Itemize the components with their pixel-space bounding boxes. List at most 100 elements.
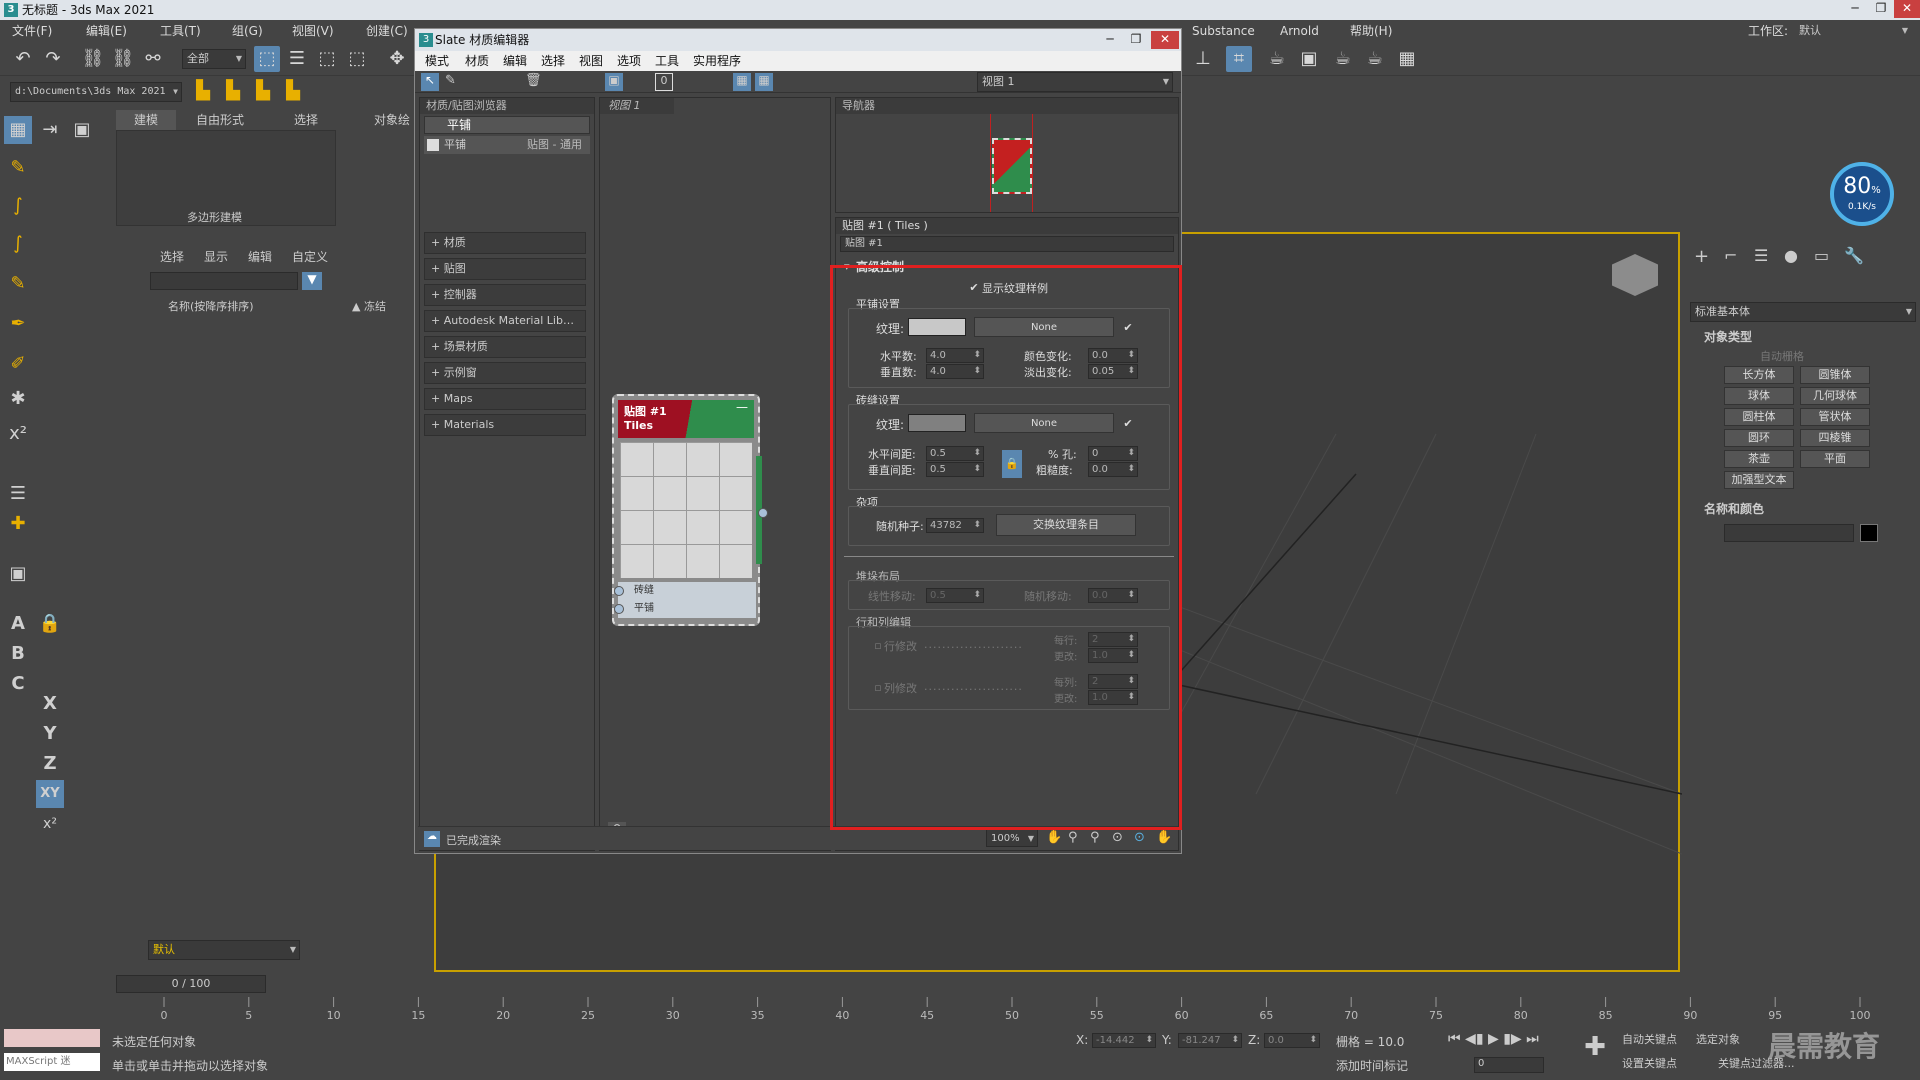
- add-icon[interactable]: ✚: [4, 510, 32, 538]
- brush-icon[interactable]: ✎: [4, 270, 32, 298]
- slate-menu-options[interactable]: 选项: [617, 51, 641, 71]
- menu-file[interactable]: 文件(F): [12, 20, 52, 42]
- x2-icon[interactable]: x²: [4, 420, 32, 448]
- slate-minimize-button[interactable]: ─: [1097, 31, 1123, 49]
- object-type-button[interactable]: 圆环: [1724, 429, 1794, 447]
- timeline-track[interactable]: 0 5 10 15 20 25 30 35 40 45 50 55 60 65 70 75 80 85 90 95 10…: [112, 995, 1920, 1025]
- slate-maximize-button[interactable]: ❐: [1123, 31, 1149, 49]
- slate-menu-tools[interactable]: 工具: [655, 51, 679, 71]
- browser-rollout[interactable]: + 贴图: [424, 258, 586, 280]
- project-create-icon[interactable]: ▙: [250, 78, 276, 104]
- select-object-icon[interactable]: ⬚: [254, 46, 280, 72]
- tiles-map-node[interactable]: 贴图 #1 Tiles — 砖缝 平铺: [612, 394, 768, 626]
- text-a-icon[interactable]: A: [4, 610, 32, 638]
- show-map-icon[interactable]: ▣: [605, 73, 623, 91]
- set-key-button[interactable]: 设置关键点: [1622, 1055, 1677, 1071]
- scene-menu-display[interactable]: 显示: [204, 248, 228, 265]
- map-name-field[interactable]: 贴图 #1: [840, 236, 1174, 252]
- object-type-button[interactable]: 平面: [1800, 450, 1870, 468]
- slot-grout-socket[interactable]: [614, 586, 624, 596]
- node-output-socket[interactable]: [758, 508, 768, 518]
- ribbon-tab-selection[interactable]: 选择: [294, 110, 318, 130]
- node-collapse-button[interactable]: —: [736, 400, 748, 414]
- zoom-dropdown[interactable]: 100%: [986, 829, 1038, 848]
- modify-tab-icon[interactable]: ⌐: [1724, 246, 1737, 265]
- hierarchy-tab-icon[interactable]: ☰: [1754, 246, 1768, 265]
- row-change-spinner[interactable]: 1.0: [1088, 648, 1138, 663]
- scene-menu-select[interactable]: 选择: [160, 248, 184, 265]
- holes-spinner[interactable]: 0: [1088, 446, 1138, 461]
- playback-controls[interactable]: ⏮ ◀▮ ▶ ▮▶ ⏭: [1448, 1031, 1539, 1047]
- y-coordinate-field[interactable]: -81.247: [1178, 1033, 1242, 1048]
- filter-icon[interactable]: ▼: [302, 272, 322, 290]
- align-icon[interactable]: ⊥: [1190, 46, 1216, 72]
- zoom-region-icon[interactable]: ⚲: [1090, 830, 1100, 845]
- zoom-icon[interactable]: ⚲: [1068, 830, 1078, 845]
- create-tab-icon[interactable]: +: [1694, 246, 1709, 267]
- select-by-name-icon[interactable]: ☰: [284, 46, 310, 72]
- per-row-spinner[interactable]: 2: [1088, 632, 1138, 647]
- render-setup-icon[interactable]: ☕: [1264, 46, 1290, 72]
- slate-menu-utilities[interactable]: 实用程序: [693, 51, 741, 71]
- spline-icon[interactable]: ∫: [4, 230, 32, 258]
- browser-rollout[interactable]: + Maps: [424, 388, 586, 410]
- ribbon-tab-freeform[interactable]: 自由形式: [196, 110, 244, 130]
- slot-tiles-socket[interactable]: [614, 604, 624, 614]
- per-col-spinner[interactable]: 2: [1088, 674, 1138, 689]
- h-gap-spinner[interactable]: 0.5: [926, 446, 984, 461]
- tile-texture-checkbox[interactable]: ✔: [1122, 322, 1134, 334]
- gap-lock-icon[interactable]: 🔒: [1002, 450, 1022, 478]
- slot-grout[interactable]: 砖缝: [614, 582, 756, 600]
- slate-menu-material[interactable]: 材质: [465, 51, 489, 71]
- text-c-icon[interactable]: C: [4, 670, 32, 698]
- project-path-dropdown[interactable]: d:\Documents\3ds Max 2021: [10, 82, 182, 102]
- line-shift-spinner[interactable]: 0.5: [926, 588, 984, 603]
- frame-counter[interactable]: 0 / 100: [116, 975, 266, 993]
- layer-dropdown[interactable]: 默认: [148, 940, 300, 960]
- add-time-tag-button[interactable]: 添加时间标记: [1336, 1057, 1408, 1074]
- browser-rollout[interactable]: + 控制器: [424, 284, 586, 306]
- color-var-spinner[interactable]: 0.0: [1088, 348, 1138, 363]
- z-coordinate-field[interactable]: 0.0: [1264, 1033, 1320, 1048]
- lock-icon[interactable]: 🔒: [36, 610, 64, 638]
- render-active-icon[interactable]: ☕: [1362, 46, 1388, 72]
- tile-color-swatch[interactable]: [908, 318, 966, 336]
- browser-rollout[interactable]: + 场景材质: [424, 336, 586, 358]
- axis-xy-icon[interactable]: XY: [36, 780, 64, 808]
- maxscript-input[interactable]: MAXScript 迷: [4, 1053, 100, 1071]
- col-change-spinner[interactable]: 1.0: [1088, 690, 1138, 705]
- pen-icon[interactable]: ✒: [4, 310, 32, 338]
- grout-color-swatch[interactable]: [908, 414, 966, 432]
- scene-menu-edit[interactable]: 编辑: [248, 248, 272, 265]
- object-type-button[interactable]: 球体: [1724, 387, 1794, 405]
- v-count-spinner[interactable]: 4.0: [926, 364, 984, 379]
- create-mode-icon[interactable]: ▦: [4, 116, 32, 144]
- browser-rollout[interactable]: + 示例窗: [424, 362, 586, 384]
- slot-tiles[interactable]: 平铺: [614, 600, 756, 618]
- utilities-tab-icon[interactable]: 🔧: [1844, 246, 1864, 265]
- scene-search-input[interactable]: [150, 272, 298, 290]
- ribbon-tab-modeling[interactable]: 建模: [116, 110, 176, 130]
- material-map-nav-icon[interactable]: ▦: [755, 73, 773, 91]
- zoom-extents-icon[interactable]: ⊙: [1112, 830, 1123, 845]
- close-button[interactable]: ✕: [1894, 0, 1920, 18]
- motion-tab-icon[interactable]: ●: [1784, 246, 1798, 265]
- object-type-button[interactable]: 几何球体: [1800, 387, 1870, 405]
- menu-create[interactable]: 创建(C): [366, 20, 408, 42]
- random-shift-spinner[interactable]: 0.0: [1088, 588, 1138, 603]
- paint-select-icon[interactable]: ✎: [4, 154, 32, 182]
- time-slider[interactable]: 0 / 100: [112, 975, 272, 993]
- x-coordinate-field[interactable]: -14.442: [1092, 1033, 1156, 1048]
- menu-tools[interactable]: 工具(T): [160, 20, 201, 42]
- ribbon-group-label[interactable]: 多边形建模: [187, 209, 242, 225]
- render-status-icon[interactable]: ☁: [424, 831, 440, 847]
- layout-icon[interactable]: 0: [655, 73, 673, 91]
- delete-icon[interactable]: 🗑: [525, 73, 542, 88]
- autogrid-checkbox[interactable]: 自动栅格: [1760, 348, 1804, 364]
- menu-edit[interactable]: 编辑(E): [86, 20, 127, 42]
- text-b-icon[interactable]: B: [4, 640, 32, 668]
- browser-search-input[interactable]: 平铺: [424, 116, 590, 134]
- rendered-frame-icon[interactable]: ▣: [1296, 46, 1322, 72]
- link-icon[interactable]: ⛓: [80, 46, 106, 72]
- object-type-button[interactable]: 长方体: [1724, 366, 1794, 384]
